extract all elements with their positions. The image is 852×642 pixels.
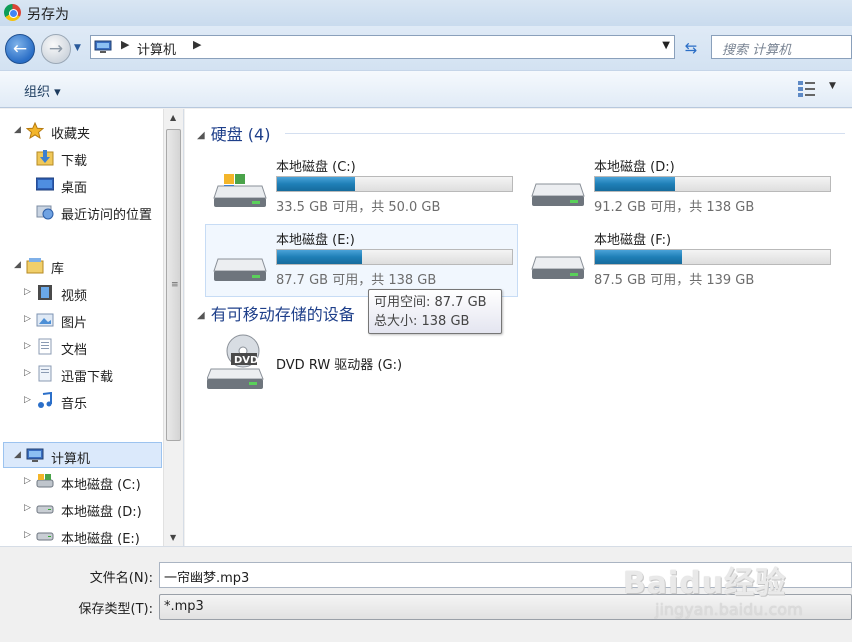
collapse-arrow-icon[interactable]: ◢	[197, 310, 205, 321]
expand-arrow-icon[interactable]: ▷	[24, 530, 31, 540]
hard-drive-icon	[531, 183, 585, 206]
libraries-icon	[26, 258, 44, 274]
recent-places-icon	[36, 205, 54, 220]
nav-item-drive-d[interactable]: ▷ 本地磁盘 (D:)	[0, 496, 164, 522]
title-bar: 另存为	[0, 0, 852, 26]
nav-item-documents[interactable]: ▷ 文档	[0, 334, 164, 360]
drive-c[interactable]: 本地磁盘 (C:) 33.5 GB 可用，共 50.0 GB	[206, 152, 520, 222]
scrollbar-thumb[interactable]: ≡	[166, 129, 181, 441]
hard-drive-icon	[36, 505, 54, 514]
filename-value: 一帘幽梦.mp3	[164, 571, 250, 586]
breadcrumb-separator-icon[interactable]: ▶	[121, 38, 129, 51]
music-icon	[38, 392, 52, 408]
drive-tooltip: 可用空间: 87.7 GB 总大小: 138 GB	[368, 289, 502, 334]
documents-icon	[38, 365, 52, 382]
hard-drive-icon	[213, 258, 267, 281]
recent-pages-dropdown-icon[interactable]: ▼	[74, 43, 81, 53]
nav-item-music[interactable]: ▷ 音乐	[0, 388, 164, 414]
collapse-arrow-icon[interactable]: ◢	[14, 450, 21, 460]
view-options-icon[interactable]	[797, 79, 817, 99]
collapse-arrow-icon[interactable]: ◢	[197, 130, 205, 141]
watermark-logo-text: Baidu经验	[623, 566, 787, 601]
breadcrumb-computer[interactable]: 计算机	[137, 39, 176, 58]
hard-drive-icon	[36, 532, 54, 541]
nav-scrollbar[interactable]: ▲ ≡ ▼	[163, 109, 183, 546]
address-dropdown-icon[interactable]: ▼	[662, 40, 670, 51]
drive-usage-fill	[595, 177, 675, 191]
drive-f[interactable]: 本地磁盘 (F:) 87.5 GB 可用，共 139 GB	[524, 225, 838, 295]
filename-label: 文件名(N):	[89, 571, 153, 586]
nav-item-recent-places[interactable]: 最近访问的位置	[0, 199, 164, 225]
tooltip-total-size: 总大小: 138 GB	[374, 314, 470, 329]
videos-icon	[38, 285, 52, 300]
nav-item-drive-e[interactable]: ▷ 本地磁盘 (E:)	[0, 523, 164, 546]
drive-usage-fill	[277, 250, 362, 264]
documents-icon	[38, 338, 52, 355]
forward-button[interactable]: →	[41, 34, 71, 64]
scroll-up-arrow-icon[interactable]: ▲	[170, 113, 176, 122]
nav-item-pictures[interactable]: ▷ 图片	[0, 307, 164, 333]
drive-usage-fill	[277, 177, 355, 191]
search-placeholder: 搜索 计算机	[722, 43, 792, 58]
collapse-arrow-icon[interactable]: ◢	[14, 125, 21, 135]
pictures-icon	[36, 313, 54, 327]
system-drive-icon	[213, 174, 267, 207]
desktop-icon	[36, 177, 54, 191]
filetype-value: *.mp3	[164, 599, 204, 614]
nav-libraries[interactable]: ◢ 库	[0, 253, 164, 279]
group-header-hard-disks[interactable]: ◢ 硬盘 (4)	[197, 121, 270, 145]
system-drive-icon	[36, 474, 54, 488]
drive-d[interactable]: 本地磁盘 (D:) 91.2 GB 可用，共 138 GB	[524, 152, 838, 222]
window-title: 另存为	[27, 7, 69, 23]
dvd-drive-g[interactable]: DVD DVD RW 驱动器 (G:)	[207, 333, 527, 393]
organize-button[interactable]: 组织 ▾	[24, 81, 61, 100]
nav-item-drive-c[interactable]: ▷ 本地磁盘 (C:)	[0, 469, 164, 495]
expand-arrow-icon[interactable]: ▷	[24, 341, 31, 351]
back-button[interactable]: ←	[5, 34, 35, 64]
collapse-arrow-icon[interactable]: ◢	[14, 260, 21, 270]
downloads-folder-icon	[36, 150, 54, 166]
dvd-badge: DVD	[234, 355, 259, 366]
nav-item-videos[interactable]: ▷ 视频	[0, 280, 164, 306]
toolbar: 组织 ▾ ▼	[0, 70, 852, 108]
tooltip-free-space: 可用空间: 87.7 GB	[374, 295, 487, 310]
expand-arrow-icon[interactable]: ▷	[24, 395, 31, 405]
nav-computer[interactable]: ◢ 计算机	[3, 442, 162, 468]
nav-item-desktop[interactable]: 桌面	[0, 172, 164, 198]
computer-icon	[26, 448, 44, 462]
view-dropdown-icon[interactable]: ▼	[829, 81, 836, 91]
hard-drive-icon	[531, 256, 585, 279]
expand-arrow-icon[interactable]: ▷	[24, 287, 31, 297]
chrome-icon	[4, 4, 21, 21]
drive-usage-bar	[594, 176, 831, 192]
computer-icon	[94, 40, 112, 53]
expand-arrow-icon[interactable]: ▷	[24, 476, 31, 486]
drive-e[interactable]: 本地磁盘 (E:) 87.7 GB 可用，共 138 GB	[205, 224, 518, 297]
content-pane: ◢ 硬盘 (4) 本地磁盘 (C:) 33.5 GB 可用，共 50.0 GB 本…	[185, 109, 852, 546]
group-header-removable[interactable]: ◢ 有可移动存储的设备	[197, 301, 355, 325]
drive-usage-fill	[595, 250, 682, 264]
star-icon	[26, 122, 44, 139]
nav-item-downloads[interactable]: 下载	[0, 145, 164, 171]
nav-favorites[interactable]: ◢ 收藏夹	[0, 118, 164, 144]
drive-usage-bar	[276, 176, 513, 192]
search-input[interactable]: 搜索 计算机	[711, 35, 852, 59]
nav-item-thunder-downloads[interactable]: ▷ 迅雷下载	[0, 361, 164, 387]
scroll-down-arrow-icon[interactable]: ▼	[170, 533, 176, 542]
baidu-watermark: Baidu经验 jingyan.baidu.com	[615, 556, 845, 626]
expand-arrow-icon[interactable]: ▷	[24, 503, 31, 513]
breadcrumb-separator-icon[interactable]: ▶	[193, 38, 201, 51]
drive-usage-bar	[276, 249, 513, 265]
grip-icon: ≡	[171, 280, 179, 290]
expand-arrow-icon[interactable]: ▷	[24, 314, 31, 324]
navigation-pane: ◢ 收藏夹 下载 桌面 最近访问的位置 ◢ 库 ▷ 视频 ▷ 图片 ▷ 文档 ▷…	[0, 109, 184, 546]
drive-usage-bar	[594, 249, 831, 265]
address-bar[interactable]: ▶ 计算机 ▶ ▼	[90, 35, 675, 59]
address-row: ← → ▼ ▶ 计算机 ▶ ▼ ⇆ 搜索 计算机	[0, 26, 852, 70]
filetype-label: 保存类型(T):	[78, 602, 153, 617]
watermark-url: jingyan.baidu.com	[655, 600, 803, 619]
group-divider	[285, 133, 845, 134]
refresh-icon[interactable]: ⇆	[680, 37, 702, 59]
expand-arrow-icon[interactable]: ▷	[24, 368, 31, 378]
